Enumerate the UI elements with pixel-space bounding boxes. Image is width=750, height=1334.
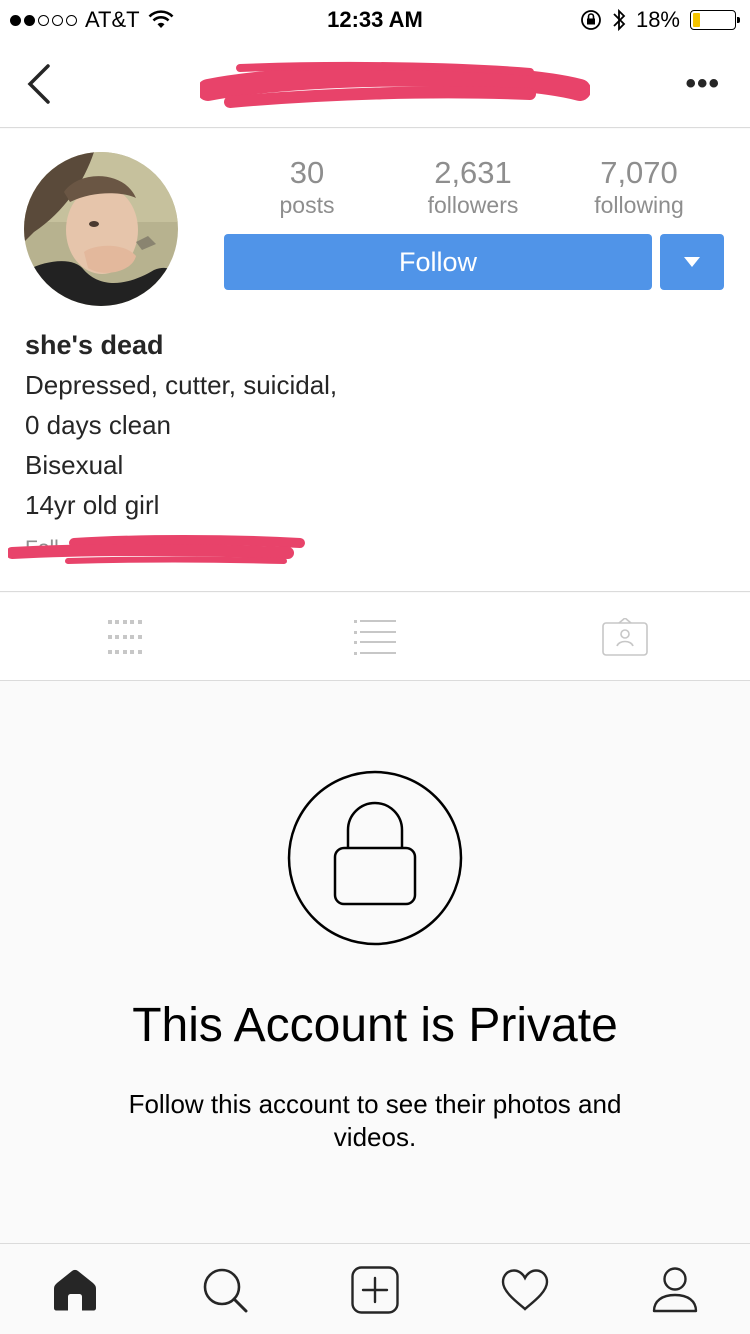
status-bar: AT&T 12:33 AM 18%: [0, 0, 750, 40]
private-title: This Account is Private: [132, 999, 618, 1052]
lock-icon: [287, 770, 463, 946]
add-post-icon: [351, 1265, 399, 1314]
bottom-nav-home[interactable]: [0, 1244, 150, 1334]
private-subtitle: Follow this account to see their photos …: [128, 1089, 622, 1152]
bottom-nav-profile[interactable]: [600, 1244, 750, 1334]
profile-stats: 30 posts 2,631 followers 7,070 following: [224, 155, 724, 219]
tab-tagged[interactable]: [500, 593, 750, 681]
battery-percent: 18%: [635, 7, 680, 32]
posts-stat[interactable]: 30 posts: [224, 155, 390, 219]
bio-line: 14yr old girl: [25, 490, 160, 520]
profile-tabs: [0, 593, 750, 681]
private-account-section: This Account is Private Follow this acco…: [0, 682, 750, 1243]
bio-line: Depressed, cutter, suicidal,: [25, 370, 338, 400]
following-stat[interactable]: 7,070 following: [556, 155, 722, 219]
list-icon: [354, 620, 396, 655]
suggested-dropdown-button[interactable]: [660, 234, 724, 290]
bio-line: Bisexual: [25, 450, 124, 480]
follow-button[interactable]: Follow: [224, 234, 652, 290]
bottom-nav-add[interactable]: [300, 1244, 450, 1334]
following-count: 7,070: [600, 155, 678, 190]
grid-icon: [108, 620, 142, 654]
profile-bio: she's dead Depressed, cutter, suicidal, …: [25, 325, 725, 525]
profile-name: she's dead: [25, 330, 164, 360]
bottom-nav-search[interactable]: [150, 1244, 300, 1334]
following-label: following: [594, 192, 684, 218]
orientation-lock-icon: [581, 10, 601, 30]
heart-icon: [501, 1268, 549, 1311]
followers-stat[interactable]: 2,631 followers: [390, 155, 556, 219]
bluetooth-icon: [613, 8, 626, 32]
redacted-username: [200, 61, 590, 108]
chevron-left-icon[interactable]: [22, 62, 58, 106]
more-options-button[interactable]: •••: [685, 69, 720, 99]
profile-icon: [652, 1266, 698, 1312]
bottom-nav-activity[interactable]: [450, 1244, 600, 1334]
avatar[interactable]: [24, 152, 178, 306]
followers-label: followers: [427, 192, 519, 218]
followers-count: 2,631: [434, 155, 512, 190]
bottom-nav: [0, 1243, 750, 1334]
posts-count: 30: [289, 155, 325, 190]
battery-icon: [690, 10, 740, 30]
tagged-icon: [602, 618, 648, 656]
bio-line: 0 days clean: [25, 410, 171, 440]
search-icon: [203, 1268, 248, 1312]
chevron-down-icon: [684, 257, 700, 267]
posts-label: posts: [279, 192, 335, 218]
tab-grid[interactable]: [0, 593, 250, 681]
profile-header: 30 posts 2,631 followers 7,070 following…: [0, 129, 750, 592]
tab-list[interactable]: [250, 593, 500, 681]
home-icon: [54, 1269, 96, 1310]
redaction-mark: [8, 535, 305, 564]
nav-bar: •••: [0, 40, 750, 128]
status-right: 18%: [580, 7, 740, 33]
